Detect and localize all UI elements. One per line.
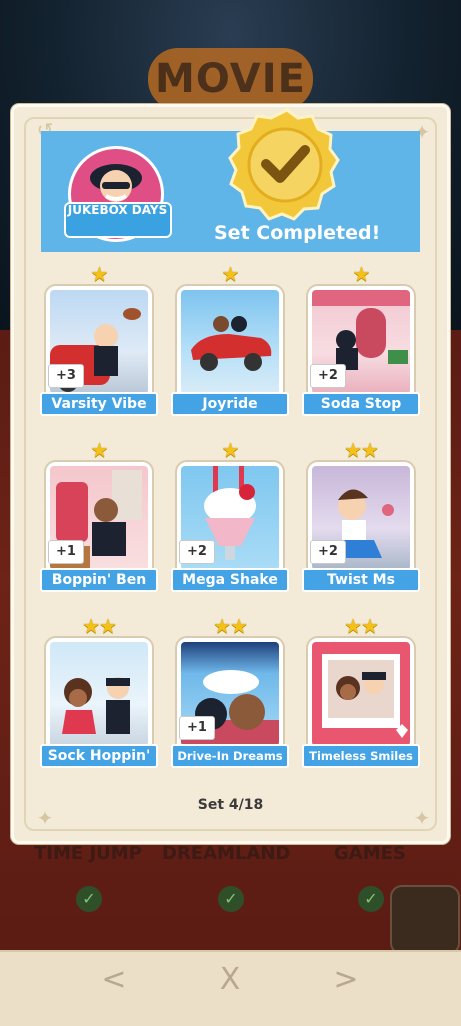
background-label-dreamland: DREAMLAND xyxy=(162,843,291,864)
sticker-card[interactable]: ★ +3 Varsity Vibe xyxy=(40,263,158,425)
star-rating: ★★ xyxy=(344,614,379,638)
sticker-art xyxy=(312,642,410,746)
sticker-name: Timeless Smiles xyxy=(302,744,420,768)
set-counter: Set 4/18 xyxy=(197,797,264,813)
album-logo: JUKEBOX DAYS xyxy=(60,138,175,246)
duplicate-count: +1 xyxy=(179,716,215,740)
sticker-card[interactable]: ★ +1 Boppin' Ben xyxy=(40,439,158,601)
check-icon: ✓ xyxy=(358,886,384,912)
star-rating: ★★ xyxy=(344,438,379,462)
star-rating: ★★ xyxy=(213,614,248,638)
sticker-name: Boppin' Ben xyxy=(40,568,158,592)
sticker-name: Sock Hoppin' xyxy=(40,744,158,768)
star-rating: ★ xyxy=(90,438,109,462)
sticker-card[interactable]: ★ +2 Mega Shake xyxy=(171,439,289,601)
sticker-art xyxy=(181,290,279,394)
star-rating: ★★ xyxy=(82,614,117,638)
background-logo-text: MOVIE xyxy=(155,56,306,102)
star-rating: ★ xyxy=(221,438,240,462)
star-rating: ★ xyxy=(221,262,240,286)
completion-medal-icon xyxy=(228,108,340,221)
background-label-time-jump: TIME JUMP xyxy=(34,843,142,864)
sticker-card[interactable]: ★★ Timeless Smiles xyxy=(302,615,420,777)
duplicate-count: +2 xyxy=(310,364,346,388)
sticker-card[interactable]: ★★ Sock Hoppin' xyxy=(40,615,158,777)
star-rating: ★ xyxy=(352,262,371,286)
sticker-art xyxy=(50,642,148,746)
next-set-button[interactable]: > xyxy=(326,962,366,1002)
sticker-name: Varsity Vibe xyxy=(40,392,158,416)
sticker-name: Mega Shake xyxy=(171,568,289,592)
duplicate-count: +2 xyxy=(179,540,215,564)
background-label-games: GAMES xyxy=(334,843,406,864)
sticker-name: Twist Ms xyxy=(302,568,420,592)
star-rating: ★ xyxy=(90,262,109,286)
sticker-card[interactable]: ★★ +1 Drive-In Dreams xyxy=(171,615,289,777)
sticker-card[interactable]: ★★ +2 Twist Ms xyxy=(302,439,420,601)
duplicate-count: +2 xyxy=(310,540,346,564)
check-icon: ✓ xyxy=(218,886,244,912)
sticker-book-icon xyxy=(390,885,460,955)
album-name: JUKEBOX DAYS xyxy=(67,203,168,217)
sticker-name: Soda Stop xyxy=(302,392,420,416)
duplicate-count: +3 xyxy=(48,364,84,388)
sticker-name: Drive-In Dreams xyxy=(171,744,289,768)
check-icon: ✓ xyxy=(76,886,102,912)
duplicate-count: +1 xyxy=(48,540,84,564)
set-completed-label: Set Completed! xyxy=(214,222,381,244)
sticker-card[interactable]: ★ +2 Soda Stop xyxy=(302,263,420,425)
previous-set-button[interactable]: < xyxy=(94,962,134,1002)
sticker-card[interactable]: ★ Joyride xyxy=(171,263,289,425)
sticker-name: Joyride xyxy=(171,392,289,416)
background-album-logo: MOVIE xyxy=(148,48,313,110)
close-button[interactable]: X xyxy=(210,962,250,1002)
